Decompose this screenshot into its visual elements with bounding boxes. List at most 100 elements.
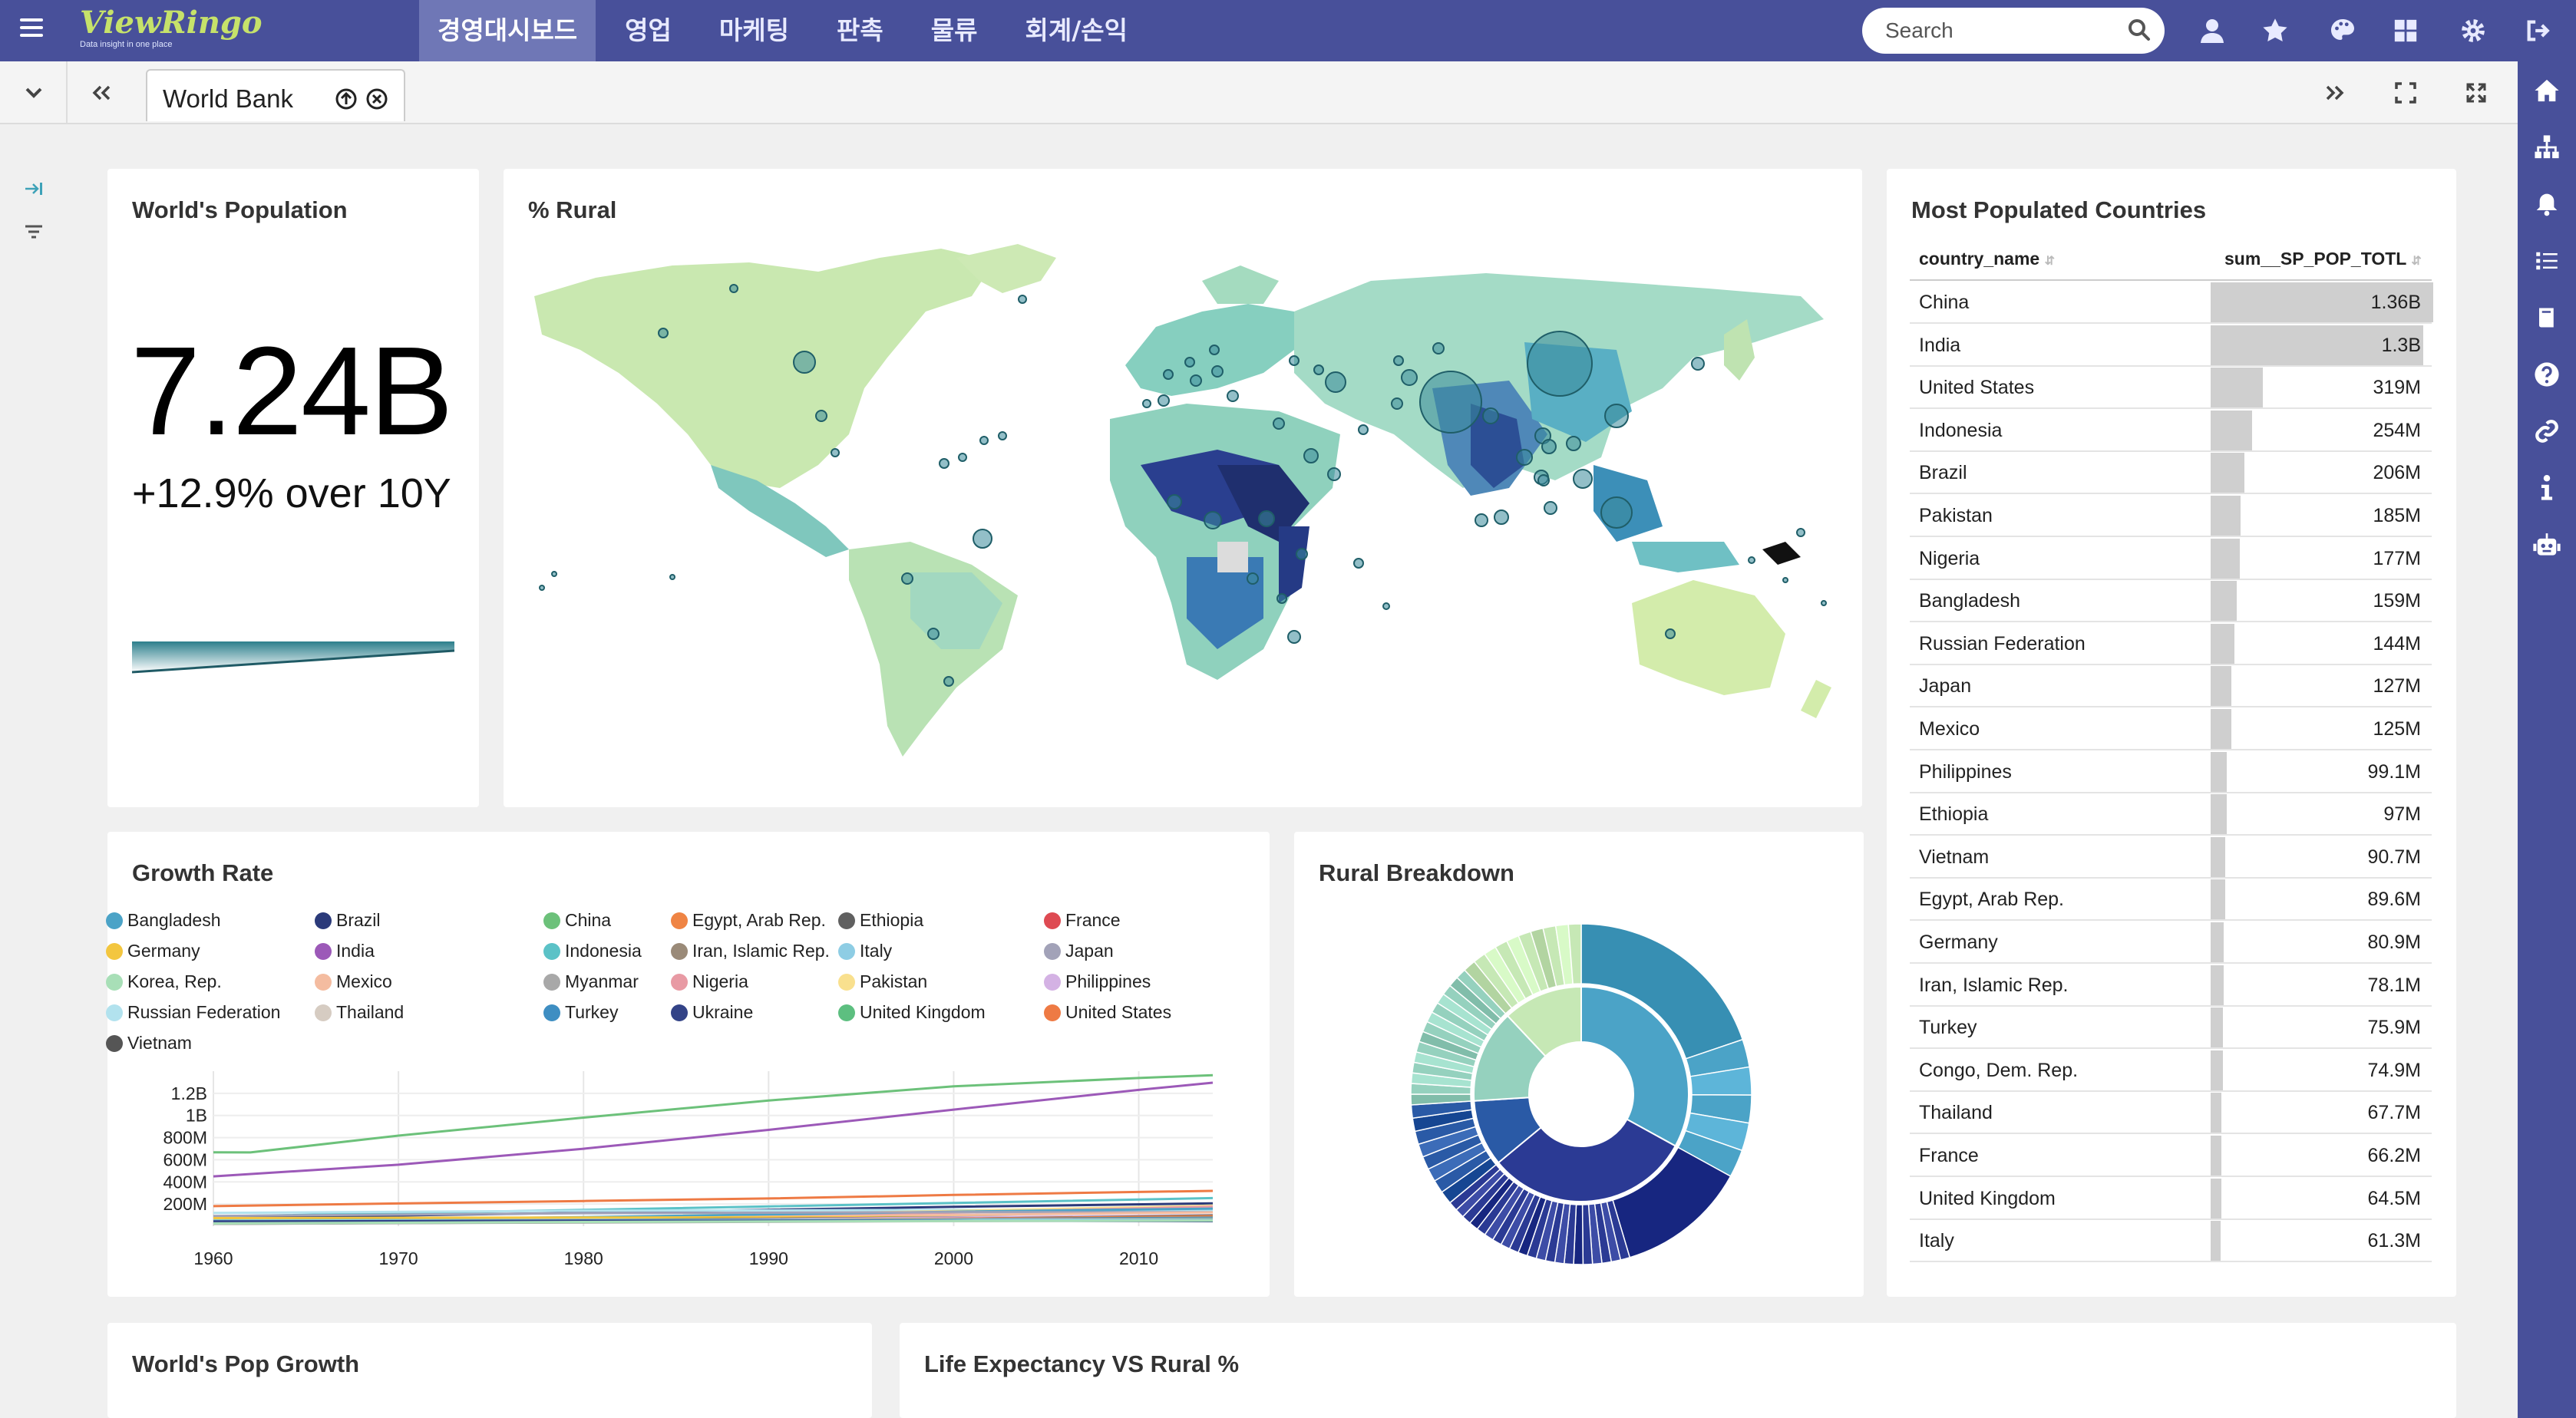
legend-item[interactable]: Brazil: [315, 910, 381, 931]
table-row[interactable]: Russian Federation 144M: [1910, 622, 2432, 665]
legend-item[interactable]: Mexico: [315, 971, 392, 992]
fullscreen-icon[interactable]: [2384, 72, 2427, 114]
legend-item[interactable]: Philippines: [1044, 971, 1151, 992]
table-row[interactable]: Italy 61.3M: [1910, 1219, 2432, 1263]
palette-icon[interactable]: [2326, 14, 2360, 48]
table-row[interactable]: Nigeria 177M: [1910, 537, 2432, 580]
table-row[interactable]: Brazil 206M: [1910, 451, 2432, 495]
legend-item[interactable]: Germany: [106, 941, 200, 961]
column-header-population[interactable]: sum__SP_POP_TOTL ⇵: [2224, 249, 2422, 269]
table-row[interactable]: Bangladesh 159M: [1910, 579, 2432, 623]
table-row[interactable]: Japan 127M: [1910, 664, 2432, 708]
book-icon[interactable]: [2531, 302, 2562, 333]
table-row[interactable]: Pakistan 185M: [1910, 494, 2432, 537]
country-name-cell: United States: [1919, 377, 2035, 399]
scroll-left-icon[interactable]: [80, 72, 123, 114]
legend-item[interactable]: United Kingdom: [838, 1002, 986, 1023]
nav-item-sales[interactable]: 영업: [606, 0, 690, 61]
legend-item[interactable]: Nigeria: [671, 971, 748, 992]
legend-item[interactable]: Turkey: [543, 1002, 618, 1023]
home-icon[interactable]: [2531, 75, 2562, 106]
table-row[interactable]: Ethiopia 97M: [1910, 793, 2432, 836]
table-row[interactable]: Vietnam 90.7M: [1910, 836, 2432, 879]
legend-item[interactable]: France: [1044, 910, 1121, 931]
logout-icon[interactable]: [2521, 14, 2555, 48]
legend-swatch: [106, 974, 123, 991]
sunburst-chart[interactable]: [1397, 910, 1765, 1278]
table-row[interactable]: Thailand 67.7M: [1910, 1091, 2432, 1135]
card-title: Life Expectancy VS Rural %: [924, 1350, 1240, 1377]
info-icon[interactable]: [2531, 473, 2562, 503]
column-header-country[interactable]: country_name ⇵: [1919, 249, 2055, 269]
table-row[interactable]: Indonesia 254M: [1910, 409, 2432, 452]
user-icon[interactable]: [2195, 14, 2229, 48]
country-name-cell: Russian Federation: [1919, 632, 2086, 655]
nav-item-marketing[interactable]: 마케팅: [701, 0, 807, 61]
table-row[interactable]: Mexico 125M: [1910, 707, 2432, 750]
legend-item[interactable]: Ukraine: [671, 1002, 753, 1023]
nav-item-dashboard[interactable]: 경영대시보드: [419, 0, 596, 61]
table-row[interactable]: China 1.36B: [1910, 281, 2433, 324]
legend-item[interactable]: China: [543, 910, 611, 931]
list-icon[interactable]: [2531, 246, 2562, 276]
refresh-icon[interactable]: [335, 87, 358, 110]
legend-item[interactable]: Bangladesh: [106, 910, 221, 931]
gear-icon[interactable]: [2456, 14, 2490, 48]
link-icon[interactable]: [2531, 416, 2562, 447]
robot-icon[interactable]: [2531, 529, 2562, 560]
app-logo[interactable]: ViewRingo Data insight in one place: [80, 6, 263, 54]
expand-icon[interactable]: [2455, 72, 2498, 114]
table-row[interactable]: Philippines 99.1M: [1910, 750, 2432, 793]
legend-item[interactable]: Japan: [1044, 941, 1114, 961]
legend-item[interactable]: United States: [1044, 1002, 1171, 1023]
legend-item[interactable]: Pakistan: [838, 971, 927, 992]
growth-line-chart[interactable]: 1960 1970 1980 1990 2000 2010 200M400M 600M800M…: [107, 1059, 1270, 1289]
table-row[interactable]: Turkey 75.9M: [1910, 1006, 2432, 1050]
table-row[interactable]: India 1.3B: [1910, 324, 2432, 367]
sort-icon[interactable]: ⇵: [2045, 255, 2055, 268]
nav-item-logistics[interactable]: 물류: [913, 0, 996, 61]
legend-item[interactable]: Egypt, Arab Rep.: [671, 910, 826, 931]
sort-icon[interactable]: ⇵: [2411, 255, 2421, 268]
legend-item[interactable]: Ethiopia: [838, 910, 923, 931]
grid-icon[interactable]: [2389, 14, 2422, 48]
nav-item-promotion[interactable]: 판촉: [818, 0, 902, 61]
population-bar: [2211, 410, 2253, 450]
close-icon[interactable]: [365, 87, 388, 110]
search-input[interactable]: [1885, 17, 2115, 45]
sitemap-icon[interactable]: [2531, 132, 2562, 163]
legend-item[interactable]: Iran, Islamic Rep.: [671, 941, 830, 961]
scroll-right-icon[interactable]: [2313, 72, 2356, 114]
menu-icon[interactable]: [20, 18, 43, 37]
bell-icon[interactable]: [2531, 189, 2562, 219]
legend-item[interactable]: Thailand: [315, 1002, 404, 1023]
legend-item[interactable]: Russian Federation: [106, 1002, 280, 1023]
card-life-expectancy: Life Expectancy VS Rural %: [900, 1323, 2456, 1418]
tab-world-bank[interactable]: World Bank: [146, 69, 405, 121]
x-tick-label: 2010: [1119, 1248, 1158, 1268]
search-icon[interactable]: [2128, 18, 2151, 41]
table-row[interactable]: United Kingdom 64.5M: [1910, 1177, 2432, 1220]
chevron-down-icon[interactable]: [12, 72, 55, 114]
filter-icon[interactable]: [18, 216, 49, 247]
legend-label: Japan: [1065, 941, 1114, 961]
legend-item[interactable]: Myanmar: [543, 971, 639, 992]
table-row[interactable]: France 66.2M: [1910, 1134, 2432, 1177]
table-row[interactable]: Germany 80.9M: [1910, 921, 2432, 964]
legend-item[interactable]: India: [315, 941, 375, 961]
legend-item[interactable]: Korea, Rep.: [106, 971, 222, 992]
table-row[interactable]: Iran, Islamic Rep. 78.1M: [1910, 964, 2432, 1007]
table-row[interactable]: Egypt, Arab Rep. 89.6M: [1910, 878, 2432, 922]
help-icon[interactable]: [2531, 359, 2562, 390]
legend-item[interactable]: Vietnam: [106, 1033, 192, 1054]
legend-item[interactable]: Indonesia: [543, 941, 642, 961]
y-tick-label: 800M: [163, 1128, 207, 1148]
expand-panel-icon[interactable]: [18, 173, 49, 204]
country-name-cell: Congo, Dem. Rep.: [1919, 1059, 2079, 1081]
table-row[interactable]: Congo, Dem. Rep. 74.9M: [1910, 1049, 2432, 1092]
nav-item-accounting[interactable]: 회계/손익: [1006, 0, 1146, 61]
legend-item[interactable]: Italy: [838, 941, 892, 961]
world-map[interactable]: [527, 235, 1839, 757]
table-row[interactable]: United States 319M: [1910, 366, 2432, 410]
star-icon[interactable]: [2258, 14, 2292, 48]
